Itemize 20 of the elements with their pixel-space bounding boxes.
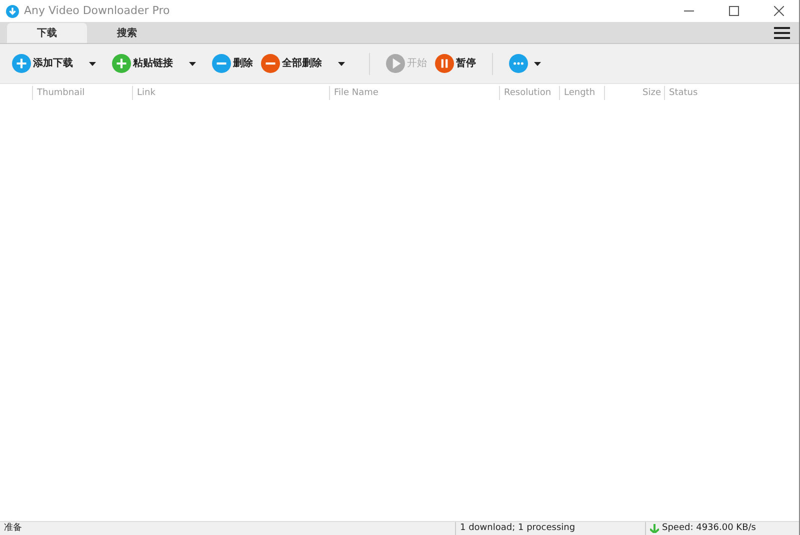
column-header[interactable]: Resolution — [499, 86, 559, 100]
download-icon — [6, 4, 19, 18]
column-header[interactable]: Length — [559, 86, 604, 100]
column-header[interactable]: Status — [664, 86, 734, 100]
column-header[interactable]: File Name — [329, 86, 499, 100]
tab[interactable]: 搜索 — [87, 23, 167, 43]
toolbar-button[interactable]: 删除 — [210, 54, 255, 73]
status-text: 1 download; 1 processing — [460, 522, 576, 535]
column-header[interactable]: Link — [132, 86, 329, 100]
column-header[interactable]: Size — [604, 86, 664, 100]
column-header[interactable]: Thumbnail — [32, 86, 132, 100]
toolbar-button[interactable]: 全部删除 — [259, 54, 324, 73]
speed-icon — [650, 524, 659, 533]
toolbar-button[interactable]: 添加下载 — [10, 54, 75, 73]
toolbar-button[interactable]: 粘贴链接 — [110, 54, 175, 73]
toolbar-button[interactable]: 暂停 — [433, 54, 478, 73]
tab[interactable]: 下载 — [7, 23, 87, 43]
status-text: Speed: 4936.00 KB/s — [662, 522, 756, 535]
status-text: 准备 — [4, 522, 22, 535]
window-title: Any Video Downloader Pro — [24, 2, 170, 19]
